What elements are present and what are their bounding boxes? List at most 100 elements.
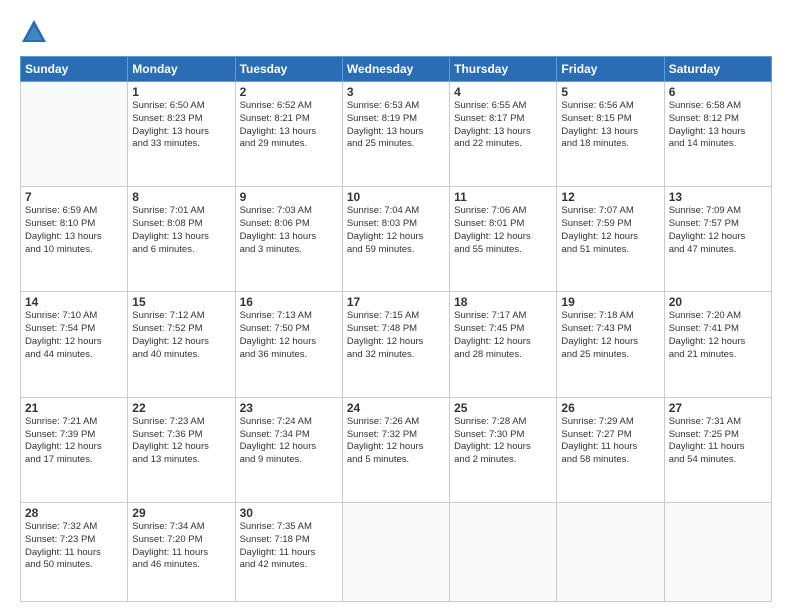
day-info: Sunrise: 7:24 AMSunset: 7:34 PMDaylight:… (240, 416, 338, 467)
table-row: 4Sunrise: 6:55 AMSunset: 8:17 PMDaylight… (450, 82, 557, 187)
table-row: 5Sunrise: 6:56 AMSunset: 8:15 PMDaylight… (557, 82, 664, 187)
day-number: 4 (454, 85, 552, 99)
day-info: Sunrise: 7:03 AMSunset: 8:06 PMDaylight:… (240, 205, 338, 256)
day-info: Sunrise: 7:12 AMSunset: 7:52 PMDaylight:… (132, 310, 230, 361)
table-row: 19Sunrise: 7:18 AMSunset: 7:43 PMDayligh… (557, 292, 664, 397)
day-info: Sunrise: 7:23 AMSunset: 7:36 PMDaylight:… (132, 416, 230, 467)
table-row: 11Sunrise: 7:06 AMSunset: 8:01 PMDayligh… (450, 187, 557, 292)
table-row: 1Sunrise: 6:50 AMSunset: 8:23 PMDaylight… (128, 82, 235, 187)
day-info: Sunrise: 7:20 AMSunset: 7:41 PMDaylight:… (669, 310, 767, 361)
day-info: Sunrise: 7:10 AMSunset: 7:54 PMDaylight:… (25, 310, 123, 361)
day-info: Sunrise: 7:28 AMSunset: 7:30 PMDaylight:… (454, 416, 552, 467)
day-number: 29 (132, 506, 230, 520)
table-row (450, 502, 557, 601)
day-info: Sunrise: 7:07 AMSunset: 7:59 PMDaylight:… (561, 205, 659, 256)
table-row: 3Sunrise: 6:53 AMSunset: 8:19 PMDaylight… (342, 82, 449, 187)
day-info: Sunrise: 7:32 AMSunset: 7:23 PMDaylight:… (25, 521, 123, 572)
day-info: Sunrise: 7:18 AMSunset: 7:43 PMDaylight:… (561, 310, 659, 361)
table-row: 20Sunrise: 7:20 AMSunset: 7:41 PMDayligh… (664, 292, 771, 397)
day-info: Sunrise: 6:56 AMSunset: 8:15 PMDaylight:… (561, 100, 659, 151)
day-number: 26 (561, 401, 659, 415)
day-info: Sunrise: 7:17 AMSunset: 7:45 PMDaylight:… (454, 310, 552, 361)
day-info: Sunrise: 6:58 AMSunset: 8:12 PMDaylight:… (669, 100, 767, 151)
day-number: 25 (454, 401, 552, 415)
calendar-table: Sunday Monday Tuesday Wednesday Thursday… (20, 56, 772, 602)
table-row: 21Sunrise: 7:21 AMSunset: 7:39 PMDayligh… (21, 397, 128, 502)
day-info: Sunrise: 6:59 AMSunset: 8:10 PMDaylight:… (25, 205, 123, 256)
day-number: 16 (240, 295, 338, 309)
logo-icon (20, 18, 48, 46)
day-number: 20 (669, 295, 767, 309)
day-number: 10 (347, 190, 445, 204)
day-number: 2 (240, 85, 338, 99)
day-number: 27 (669, 401, 767, 415)
day-number: 6 (669, 85, 767, 99)
table-row: 17Sunrise: 7:15 AMSunset: 7:48 PMDayligh… (342, 292, 449, 397)
table-row (664, 502, 771, 601)
table-row: 24Sunrise: 7:26 AMSunset: 7:32 PMDayligh… (342, 397, 449, 502)
day-number: 13 (669, 190, 767, 204)
table-row (21, 82, 128, 187)
col-monday: Monday (128, 57, 235, 82)
day-number: 11 (454, 190, 552, 204)
day-number: 7 (25, 190, 123, 204)
day-info: Sunrise: 7:21 AMSunset: 7:39 PMDaylight:… (25, 416, 123, 467)
header (20, 18, 772, 46)
day-number: 15 (132, 295, 230, 309)
day-number: 1 (132, 85, 230, 99)
day-number: 21 (25, 401, 123, 415)
table-row: 7Sunrise: 6:59 AMSunset: 8:10 PMDaylight… (21, 187, 128, 292)
day-info: Sunrise: 7:15 AMSunset: 7:48 PMDaylight:… (347, 310, 445, 361)
table-row: 14Sunrise: 7:10 AMSunset: 7:54 PMDayligh… (21, 292, 128, 397)
day-info: Sunrise: 7:06 AMSunset: 8:01 PMDaylight:… (454, 205, 552, 256)
table-row: 16Sunrise: 7:13 AMSunset: 7:50 PMDayligh… (235, 292, 342, 397)
table-row: 18Sunrise: 7:17 AMSunset: 7:45 PMDayligh… (450, 292, 557, 397)
table-row: 13Sunrise: 7:09 AMSunset: 7:57 PMDayligh… (664, 187, 771, 292)
day-number: 23 (240, 401, 338, 415)
table-row: 9Sunrise: 7:03 AMSunset: 8:06 PMDaylight… (235, 187, 342, 292)
table-row: 27Sunrise: 7:31 AMSunset: 7:25 PMDayligh… (664, 397, 771, 502)
day-info: Sunrise: 6:50 AMSunset: 8:23 PMDaylight:… (132, 100, 230, 151)
day-number: 9 (240, 190, 338, 204)
col-tuesday: Tuesday (235, 57, 342, 82)
day-number: 28 (25, 506, 123, 520)
logo (20, 18, 52, 46)
col-friday: Friday (557, 57, 664, 82)
col-sunday: Sunday (21, 57, 128, 82)
table-row: 23Sunrise: 7:24 AMSunset: 7:34 PMDayligh… (235, 397, 342, 502)
table-row: 10Sunrise: 7:04 AMSunset: 8:03 PMDayligh… (342, 187, 449, 292)
col-wednesday: Wednesday (342, 57, 449, 82)
table-row (557, 502, 664, 601)
day-info: Sunrise: 7:26 AMSunset: 7:32 PMDaylight:… (347, 416, 445, 467)
day-info: Sunrise: 6:52 AMSunset: 8:21 PMDaylight:… (240, 100, 338, 151)
day-number: 12 (561, 190, 659, 204)
table-row (342, 502, 449, 601)
table-row: 25Sunrise: 7:28 AMSunset: 7:30 PMDayligh… (450, 397, 557, 502)
day-info: Sunrise: 7:01 AMSunset: 8:08 PMDaylight:… (132, 205, 230, 256)
day-info: Sunrise: 7:09 AMSunset: 7:57 PMDaylight:… (669, 205, 767, 256)
day-number: 5 (561, 85, 659, 99)
table-row: 29Sunrise: 7:34 AMSunset: 7:20 PMDayligh… (128, 502, 235, 601)
day-number: 19 (561, 295, 659, 309)
day-info: Sunrise: 7:35 AMSunset: 7:18 PMDaylight:… (240, 521, 338, 572)
day-number: 3 (347, 85, 445, 99)
day-info: Sunrise: 7:34 AMSunset: 7:20 PMDaylight:… (132, 521, 230, 572)
table-row: 26Sunrise: 7:29 AMSunset: 7:27 PMDayligh… (557, 397, 664, 502)
page: Sunday Monday Tuesday Wednesday Thursday… (0, 0, 792, 612)
day-info: Sunrise: 7:04 AMSunset: 8:03 PMDaylight:… (347, 205, 445, 256)
table-row: 12Sunrise: 7:07 AMSunset: 7:59 PMDayligh… (557, 187, 664, 292)
col-saturday: Saturday (664, 57, 771, 82)
day-number: 22 (132, 401, 230, 415)
table-row: 8Sunrise: 7:01 AMSunset: 8:08 PMDaylight… (128, 187, 235, 292)
table-row: 28Sunrise: 7:32 AMSunset: 7:23 PMDayligh… (21, 502, 128, 601)
table-row: 15Sunrise: 7:12 AMSunset: 7:52 PMDayligh… (128, 292, 235, 397)
calendar-header-row: Sunday Monday Tuesday Wednesday Thursday… (21, 57, 772, 82)
table-row: 2Sunrise: 6:52 AMSunset: 8:21 PMDaylight… (235, 82, 342, 187)
day-info: Sunrise: 7:13 AMSunset: 7:50 PMDaylight:… (240, 310, 338, 361)
day-info: Sunrise: 6:55 AMSunset: 8:17 PMDaylight:… (454, 100, 552, 151)
table-row: 30Sunrise: 7:35 AMSunset: 7:18 PMDayligh… (235, 502, 342, 601)
col-thursday: Thursday (450, 57, 557, 82)
table-row: 6Sunrise: 6:58 AMSunset: 8:12 PMDaylight… (664, 82, 771, 187)
day-number: 8 (132, 190, 230, 204)
day-number: 24 (347, 401, 445, 415)
